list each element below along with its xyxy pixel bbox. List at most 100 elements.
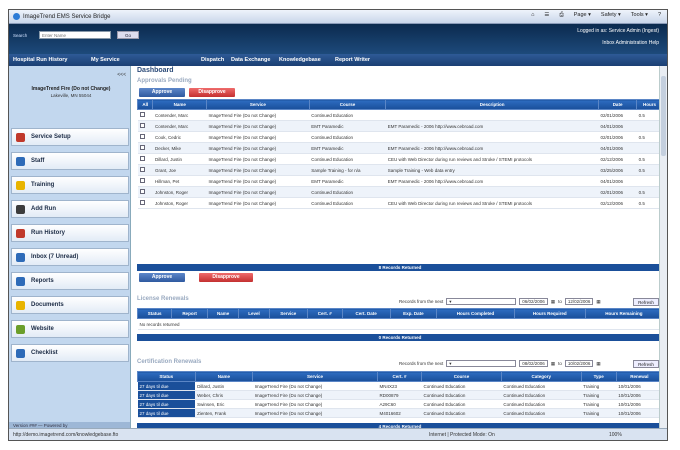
row-checkbox[interactable] — [139, 145, 145, 150]
table-row[interactable]: Contender, Marc ImageTrend Fire (Do not C… — [137, 120, 663, 132]
license-range-select[interactable]: ▾ — [446, 298, 517, 305]
nav-report-writer[interactable]: Report Writer — [335, 57, 370, 63]
help-icon[interactable]: ? — [658, 12, 661, 19]
feeds-icon[interactable]: ☰ — [544, 12, 549, 19]
certification-column-header[interactable]: Renewal — [615, 371, 664, 382]
row-checkbox[interactable] — [139, 178, 145, 183]
license-column-header[interactable]: Hours Remaining — [584, 308, 664, 319]
license-column-header[interactable]: Name — [206, 308, 240, 319]
certification-column-header[interactable]: Cert. # — [376, 371, 423, 382]
license-from-date[interactable]: 06/02/2006 — [519, 298, 548, 305]
sidebar-item-documents[interactable]: Documents — [11, 296, 129, 314]
sidebar-item-run-history[interactable]: Run History — [11, 224, 129, 242]
table-cell[interactable]: Swinsen, Eric — [195, 399, 253, 409]
home-icon[interactable]: ⌂ — [531, 12, 534, 19]
tools-menu[interactable]: Tools ▾ — [631, 12, 648, 19]
row-checkbox[interactable] — [139, 156, 145, 161]
certification-column-header[interactable]: Status — [137, 371, 196, 382]
license-column-header[interactable]: Report — [171, 308, 208, 319]
page-menu[interactable]: Page ▾ — [574, 12, 591, 19]
nav-hospital-run-history[interactable]: Hospital Run History — [13, 57, 67, 63]
certification-to-date[interactable]: 10/02/2006 — [564, 360, 594, 367]
row-checkbox[interactable] — [139, 200, 145, 205]
sidebar-item-staff[interactable]: Staff — [11, 152, 129, 170]
certification-range-select[interactable]: ▾ — [446, 360, 517, 367]
certification-column-header[interactable]: Course — [421, 371, 502, 382]
license-column-header[interactable]: Hours Required — [513, 308, 586, 319]
sidebar-item-website[interactable]: Website — [11, 320, 129, 338]
nav-knowledgebase[interactable]: Knowledgebase — [279, 57, 321, 63]
calendar-icon[interactable]: ▦ — [551, 299, 555, 305]
table-row[interactable]: Grant, Joe ImageTrend Fire (Do not Change… — [137, 164, 663, 176]
approvals-column-header[interactable]: Description — [385, 99, 600, 110]
license-column-header[interactable]: Status — [136, 308, 173, 319]
license-to-date[interactable]: 12/02/2006 — [564, 298, 594, 305]
certification-column-header[interactable]: Category — [500, 371, 582, 382]
approvals-column-header[interactable]: Date — [598, 99, 638, 110]
calendar-icon[interactable]: ▦ — [551, 361, 555, 367]
certification-column-header[interactable]: Service — [252, 371, 378, 382]
sidebar-item-training[interactable]: Training — [11, 176, 129, 194]
certification-column-header[interactable]: Name — [194, 371, 254, 382]
table-row[interactable]: 27 days til due Weber, Chris ImageTrend Fi… — [137, 390, 663, 400]
sidebar-item-checklist[interactable]: Checklist — [11, 344, 129, 362]
certification-refresh-button[interactable]: Refresh — [633, 360, 659, 368]
zoom-level[interactable]: 100% — [609, 432, 622, 438]
nav-my-service[interactable]: My Service — [91, 57, 120, 63]
table-cell[interactable]: Weber, Chris — [195, 390, 253, 400]
table-cell[interactable]: Grant, Joe — [152, 164, 207, 176]
table-row[interactable]: Contender, Marc ImageTrend Fire (Do not C… — [137, 109, 663, 121]
safety-menu[interactable]: Safety ▾ — [601, 12, 621, 19]
approve-button-bottom[interactable]: Approve — [139, 273, 185, 282]
table-cell[interactable]: Hillman, Pet — [152, 175, 207, 187]
table-cell[interactable]: Contender, Marc — [152, 109, 207, 121]
table-row[interactable]: Cook, Cedric ImageTrend Fire (Do not Chan… — [137, 131, 663, 143]
browser-tab[interactable]: ImageTrend EMS Service Bridge — [23, 14, 110, 20]
license-column-header[interactable]: Exp. Date — [389, 308, 438, 319]
disapprove-button-bottom[interactable]: Disapprove — [199, 273, 253, 282]
calendar-icon[interactable]: ▦ — [596, 361, 600, 367]
license-refresh-button[interactable]: Refresh — [633, 298, 659, 306]
certification-from-date[interactable]: 08/02/2006 — [519, 360, 548, 367]
approvals-column-header[interactable]: All — [136, 99, 154, 110]
license-column-header[interactable]: Level — [238, 308, 270, 319]
table-row[interactable]: Johnston, Roger ImageTrend Fire (Do not C… — [137, 186, 663, 198]
approvals-column-header[interactable]: Name — [152, 99, 207, 110]
nav-dispatch[interactable]: Dispatch — [201, 57, 224, 63]
nav-data-exchange[interactable]: Data Exchange — [231, 57, 270, 63]
table-cell[interactable]: Zienten, Frank — [195, 408, 253, 418]
table-row[interactable]: Johnston, Roger ImageTrend Fire (Do not C… — [137, 197, 663, 209]
print-icon[interactable]: ⎙ — [559, 12, 563, 19]
approvals-column-header[interactable]: Service — [205, 99, 310, 110]
search-input[interactable] — [39, 31, 111, 39]
table-row[interactable]: Dillard, Justin ImageTrend Fire (Do not C… — [137, 153, 663, 165]
license-column-header[interactable]: Cert. Date — [341, 308, 391, 319]
sidebar-item-service-setup[interactable]: Service Setup — [11, 128, 129, 146]
certification-column-header[interactable]: Type — [580, 371, 617, 382]
collapse-sidebar-button[interactable]: <<< — [117, 72, 126, 78]
license-column-header[interactable]: Hours Completed — [436, 308, 515, 319]
sidebar-item-reports[interactable]: Reports — [11, 272, 129, 290]
table-row[interactable]: Decker, Mike ImageTrend Fire (Do not Chan… — [137, 142, 663, 154]
table-row[interactable]: Hillman, Pet ImageTrend Fire (Do not Chan… — [137, 175, 663, 187]
row-checkbox[interactable] — [139, 134, 145, 139]
search-go-button[interactable]: Go — [117, 31, 139, 39]
sidebar-item-inbox[interactable]: Inbox (7 Unread) — [11, 248, 129, 266]
scrollbar-thumb[interactable] — [661, 76, 666, 156]
table-cell[interactable]: Johnston, Roger — [152, 197, 207, 209]
row-checkbox[interactable] — [139, 112, 145, 117]
approve-button[interactable]: Approve — [139, 88, 185, 97]
table-cell[interactable]: Dillard, Justin — [195, 381, 253, 391]
table-cell[interactable]: Contender, Marc — [152, 120, 207, 132]
header-links[interactable]: Inbox Administration Help — [602, 40, 659, 46]
table-cell[interactable]: Dillard, Justin — [152, 153, 207, 165]
license-column-header[interactable]: Service — [268, 308, 308, 319]
table-cell[interactable]: Johnston, Roger — [152, 186, 207, 198]
license-column-header[interactable]: Cert. # — [306, 308, 343, 319]
row-checkbox[interactable] — [139, 123, 145, 128]
row-checkbox[interactable] — [139, 189, 145, 194]
row-checkbox[interactable] — [139, 167, 145, 172]
table-row[interactable]: 27 days til due Dillard, Justin ImageTrend… — [137, 381, 663, 391]
table-row[interactable]: 27 days til due Swinsen, Eric ImageTrend F… — [137, 399, 663, 409]
sidebar-item-add-run[interactable]: Add Run — [11, 200, 129, 218]
